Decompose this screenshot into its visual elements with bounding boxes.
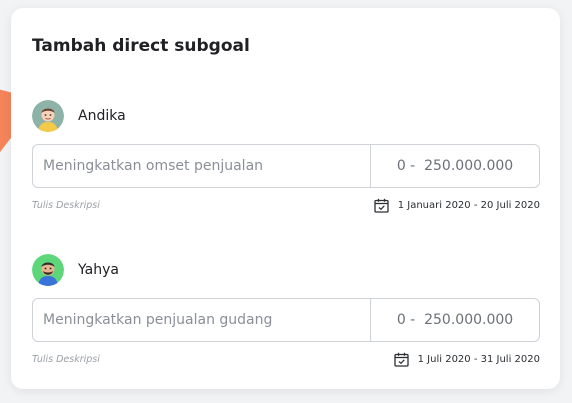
assignee: Andika	[32, 100, 540, 132]
male-avatar-icon	[32, 254, 64, 286]
card-title: Tambah direct subgoal	[32, 36, 250, 56]
subgoal-input-group: Meningkatkan omset penjualan 0 - 250.000…	[32, 144, 540, 188]
subgoal-meta: Tulis Deskripsi 1 Juli 2020 - 31 Juli 20…	[32, 350, 540, 368]
date-range: 1 Juli 2020 - 31 Juli 2020	[417, 353, 540, 365]
description-input[interactable]: Meningkatkan omset penjualan	[33, 145, 371, 187]
description-hint: Tulis Deskripsi	[32, 199, 100, 211]
male-avatar-icon	[32, 100, 64, 132]
calendar-icon	[374, 198, 389, 213]
description-hint: Tulis Deskripsi	[32, 353, 100, 365]
date-range-picker[interactable]: 1 Juli 2020 - 31 Juli 2020	[393, 352, 540, 367]
avatar	[32, 254, 64, 286]
subgoal-row: Yahya Meningkatkan penjualan gudang 0 - …	[32, 254, 540, 368]
amount-input[interactable]: 0 - 250.000.000	[371, 299, 539, 341]
date-range-picker[interactable]: 1 Januari 2020 - 20 Juli 2020	[374, 198, 540, 213]
assignee-name: Andika	[78, 108, 126, 124]
avatar	[32, 100, 64, 132]
subgoal-input-group: Meningkatkan penjualan gudang 0 - 250.00…	[32, 298, 540, 342]
calendar-icon	[393, 352, 409, 367]
assignee-name: Yahya	[78, 262, 119, 278]
assignee: Yahya	[32, 254, 540, 286]
subgoal-row: Andika Meningkatkan omset penjualan 0 - …	[32, 100, 540, 214]
amount-input[interactable]: 0 - 250.000.000	[371, 145, 539, 187]
add-subgoal-card: Tambah direct subgoal Andika Meningkatka…	[11, 8, 560, 389]
description-input[interactable]: Meningkatkan penjualan gudang	[33, 299, 371, 341]
date-range: 1 Januari 2020 - 20 Juli 2020	[397, 199, 540, 211]
subgoal-meta: Tulis Deskripsi 1 Januari 2020 - 20 Juli…	[32, 196, 540, 214]
